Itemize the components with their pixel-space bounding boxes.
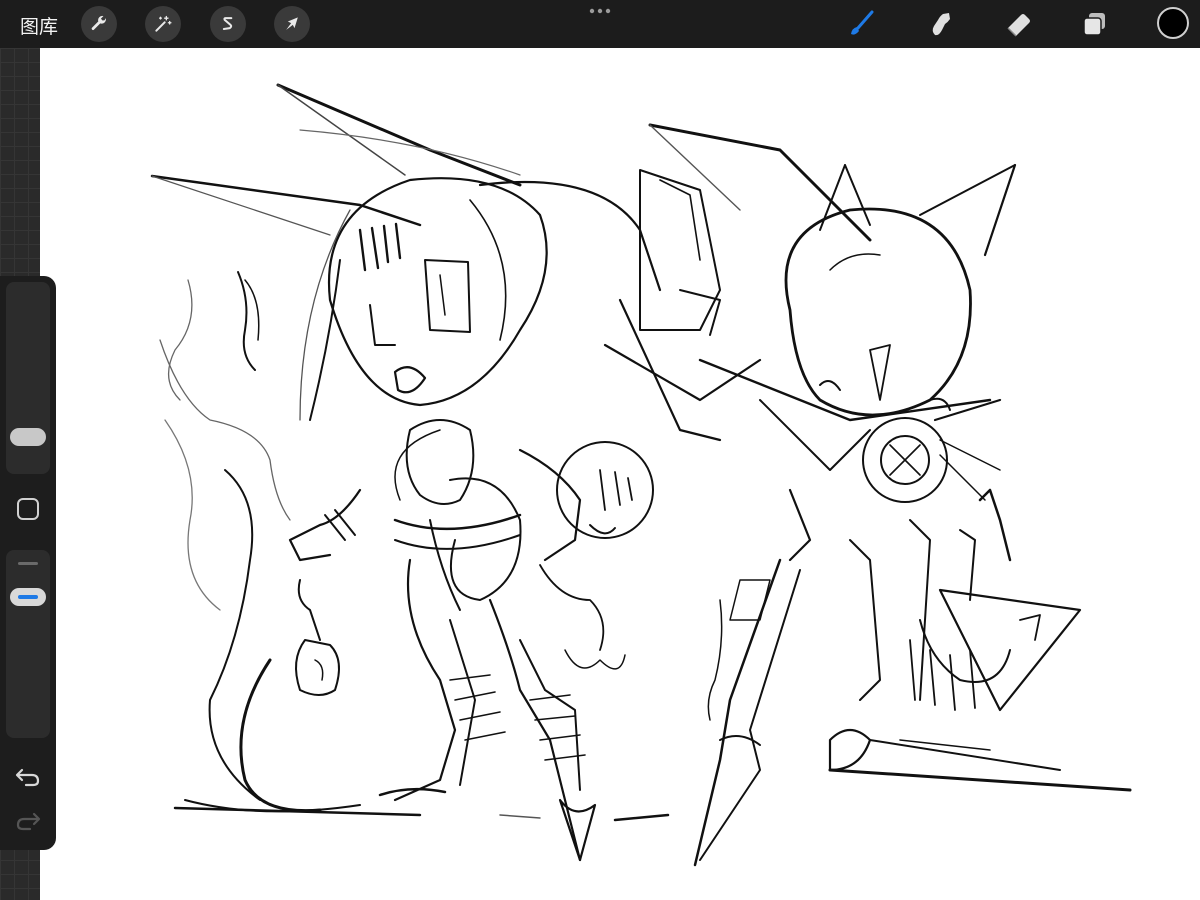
slider-handle-line: [18, 562, 38, 565]
modify-button[interactable]: [17, 498, 39, 520]
layers-icon: [1083, 13, 1105, 36]
smudge-tool-button[interactable]: [922, 6, 958, 42]
eraser-tool-button[interactable]: [1001, 6, 1037, 42]
magic-wand-icon: [155, 15, 172, 32]
transform-arrow-icon: [286, 17, 298, 30]
transform-button[interactable]: [274, 6, 310, 42]
selection-button[interactable]: [210, 6, 246, 42]
adjustments-button[interactable]: [145, 6, 181, 42]
selection-icon: [222, 17, 233, 30]
actions-button[interactable]: [81, 6, 117, 42]
redo-icon[interactable]: [14, 808, 42, 832]
undo-icon[interactable]: [14, 764, 42, 788]
brush-size-knob[interactable]: [10, 428, 46, 446]
more-options-icon[interactable]: [588, 6, 612, 16]
gallery-button[interactable]: 图库: [20, 12, 58, 39]
brush-size-slider[interactable]: [6, 282, 50, 474]
layers-button[interactable]: [1077, 6, 1113, 42]
top-toolbar: 图库: [0, 0, 1200, 48]
opacity-slider[interactable]: [6, 550, 50, 738]
sketch-drawing: [150, 83, 1132, 867]
opacity-knob[interactable]: [10, 588, 46, 606]
left-sidebar: [0, 276, 56, 850]
eraser-icon: [1007, 14, 1030, 37]
smudge-icon: [932, 13, 950, 36]
color-swatch[interactable]: [1157, 7, 1189, 39]
wrench-icon: [91, 15, 106, 30]
brush-icon: [851, 10, 874, 35]
brush-tool-button[interactable]: [843, 6, 879, 42]
drawing-canvas[interactable]: [40, 48, 1200, 900]
